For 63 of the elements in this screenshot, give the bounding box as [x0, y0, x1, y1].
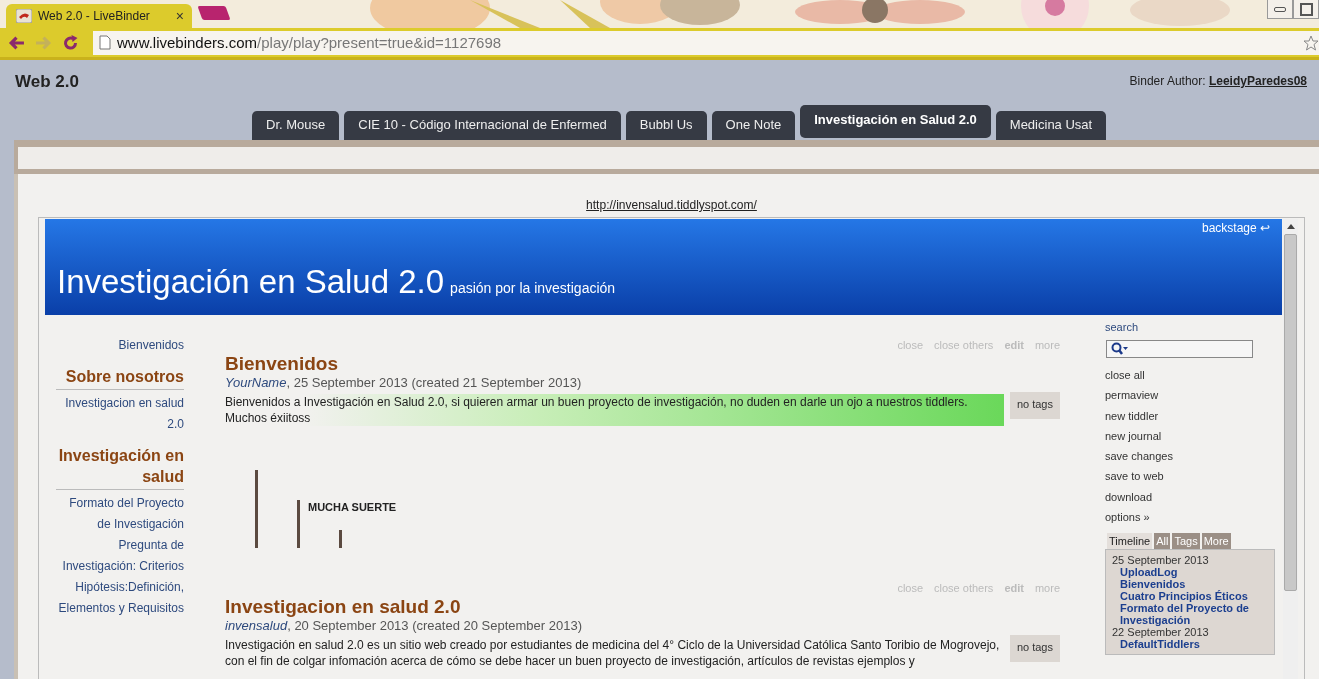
sidebar-option[interactable]: save changes — [1105, 446, 1173, 467]
sidebar-option[interactable]: save to web — [1105, 466, 1164, 487]
restore-button[interactable] — [1293, 0, 1319, 19]
menu-heading: Sobre nosotros — [56, 356, 184, 390]
tiddler-text: Investigación en salud 2.0 es un sitio web creado por estudiantes de medicina del 4° Ciclo de la Universidad Católica Santo Toribio de Mogrovejo, con el fin de colgar infomación acerca de cómo se debe hacer un buen proyecto de investigación, artículos de revistas ejemplos y — [225, 637, 1001, 669]
search-field[interactable] — [1106, 340, 1253, 358]
page-icon — [99, 35, 111, 50]
address-bar[interactable]: www.livebinders.com/play/play?present=true&id=1127698 — [93, 30, 1319, 55]
tiddler-title: Bienvenidos — [225, 353, 339, 375]
url-text: www.livebinders.com/play/play?present=true&id=1127698 — [117, 34, 503, 51]
banner-text: MUCHA SUERTE — [308, 501, 397, 513]
binder-title: Web 2.0 — [15, 72, 79, 92]
browser-tab[interactable]: Web 2.0 - LiveBinder × — [6, 4, 192, 28]
tiddler-text: Bienvenidos a Investigación en Salud 2.0, si quieren armar un buen proyecto de investigación, no duden en darle un ojo a nuestros tiddlers. Muchos éxiitoss — [225, 394, 1004, 426]
menu-link[interactable]: Pregunta de Investigación: Criterios — [56, 535, 184, 577]
tab-title: Web 2.0 - LiveBinder — [38, 9, 151, 23]
sidebar-tab[interactable]: Timeline — [1107, 533, 1153, 550]
tags-button[interactable]: no tags — [1009, 392, 1060, 419]
site-subtitle: pasión por la investigación — [450, 280, 616, 296]
tiddler-subtitle: invensalud, 20 September 2013 (created 20 September 2013) — [225, 618, 583, 633]
binder-tab[interactable]: Medicina Usat — [995, 111, 1107, 140]
binder-tab[interactable]: CIE 10 - Código Internacional de Enfermed — [344, 111, 621, 140]
timeline-link[interactable]: Bienvenidos — [1112, 578, 1270, 591]
scroll-up-icon[interactable] — [1286, 224, 1295, 229]
sidebar-option[interactable]: permaview — [1105, 385, 1159, 406]
binder-tab[interactable]: Investigación en Salud 2.0 — [800, 105, 991, 138]
timeline-link[interactable]: Cuatro Principios Éticos — [1112, 590, 1270, 603]
timeline-date: 25 September 2013 — [1112, 554, 1210, 567]
search-icon — [1111, 342, 1129, 356]
sidebar-option[interactable]: close all — [1105, 365, 1145, 386]
site-title: Investigación en Salud 2.0 — [57, 263, 445, 301]
author-label: Binder Author: LeeidyParedes08 — [1129, 74, 1307, 88]
close-icon[interactable]: × — [175, 8, 184, 24]
author-link[interactable]: LeeidyParedes08 — [1208, 74, 1307, 88]
minimize-button[interactable] — [1267, 0, 1293, 19]
modifier-link[interactable]: YourName — [225, 375, 287, 390]
menu-link[interactable]: Investigacion en salud 2.0 — [56, 393, 184, 435]
backstage-link[interactable]: backstage ↩ — [1201, 221, 1270, 235]
back-icon[interactable] — [8, 34, 25, 51]
search-link[interactable]: search — [1105, 321, 1139, 333]
sidebar-option[interactable]: new tiddler — [1105, 405, 1159, 426]
timeline-link[interactable]: Formato del Proyecto de Investigación — [1112, 602, 1270, 627]
binder-tab[interactable]: One Note — [711, 111, 796, 140]
star-icon[interactable] — [1303, 34, 1319, 51]
frame-url-link[interactable]: http://invensalud.tiddlyspot.com/ — [586, 198, 757, 212]
menu-heading: Investigación en salud — [56, 435, 184, 490]
tiddler-title: Investigacion en salud 2.0 — [225, 596, 462, 618]
menu-link[interactable]: Formato del Proyecto de Investigación — [56, 493, 184, 535]
timeline-link[interactable]: UploadLog — [1112, 566, 1270, 579]
timeline-date: 22 September 2013 — [1112, 626, 1210, 639]
sidebar-option[interactable]: download — [1105, 486, 1153, 508]
menu-link[interactable]: Hipótesis:Definición, Elementos y Requisitos — [56, 577, 184, 619]
binder-icon — [16, 9, 32, 23]
reload-icon[interactable] — [62, 34, 79, 51]
sidebar-option[interactable]: options » — [1105, 507, 1150, 528]
binder-tab[interactable]: Bubbl Us — [625, 111, 707, 140]
tiddler-subtitle: YourName, 25 September 2013 (created 21 September 2013) — [225, 375, 583, 390]
timeline-link[interactable]: DefaultTiddlers — [1112, 638, 1270, 651]
binder-tab[interactable]: Dr. Mouse — [252, 111, 340, 140]
menu-link[interactable]: Bienvenidos — [118, 335, 184, 356]
scroll-thumb[interactable] — [1284, 234, 1297, 591]
sidebar-option[interactable]: new journal — [1105, 425, 1162, 447]
tags-button[interactable]: no tags — [1009, 635, 1060, 662]
